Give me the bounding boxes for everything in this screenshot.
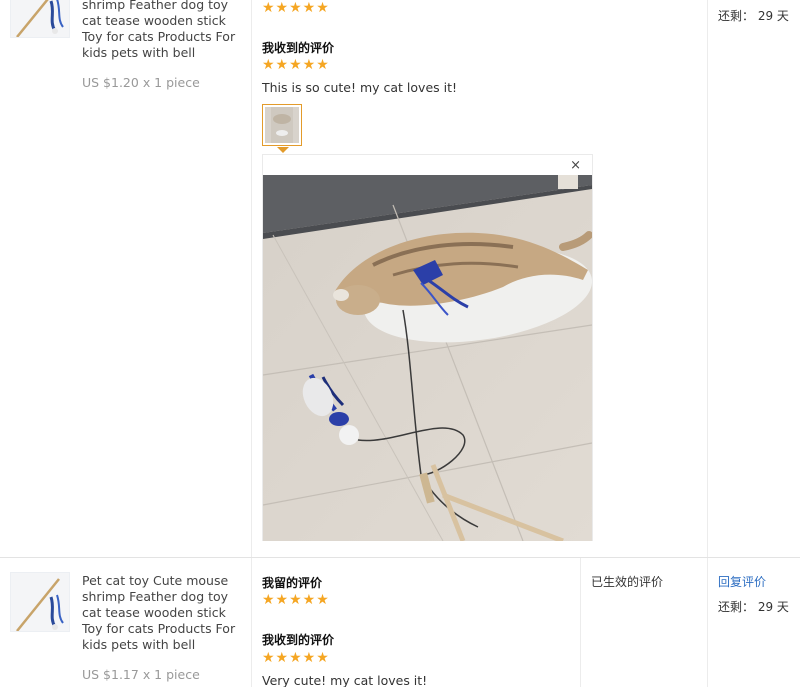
- received-review-text: Very cute! my cat loves it!: [262, 673, 428, 687]
- product-price: US $1.17 x 1 piece: [82, 667, 200, 682]
- remaining-time: 还剩： 29 天: [718, 600, 789, 614]
- column-divider: [707, 0, 708, 557]
- photo-viewer: ×: [262, 154, 593, 541]
- feedback-row: shrimp Feather dog toy cat tease wooden …: [0, 0, 800, 557]
- column-divider: [707, 558, 708, 687]
- product-price: US $1.20 x 1 piece: [82, 75, 200, 90]
- review-photo[interactable]: [263, 175, 592, 541]
- remaining-time: 还剩： 29 天: [718, 9, 789, 23]
- product-title[interactable]: Pet cat toy Cute mouse shrimp Feather do…: [82, 573, 244, 653]
- received-review-text: This is so cute! my cat loves it!: [262, 80, 458, 95]
- product-thumbnail[interactable]: [10, 572, 70, 632]
- received-rating-stars: ★★★★★: [262, 57, 330, 73]
- column-divider: [580, 558, 581, 687]
- my-review-label: 我留的评价: [262, 576, 323, 590]
- column-divider: [251, 0, 252, 557]
- my-rating-stars: ★★★★★: [262, 0, 330, 16]
- reply-review-link[interactable]: 回复评价: [718, 573, 766, 590]
- column-divider: [251, 558, 252, 687]
- my-rating-stars: ★★★★★: [262, 592, 330, 608]
- received-review-label: 我收到的评价: [262, 633, 335, 647]
- review-status: 已生效的评价: [591, 575, 664, 589]
- thumbnail-caret: [277, 147, 289, 153]
- feedback-row: Pet cat toy Cute mouse shrimp Feather do…: [0, 557, 800, 687]
- photo-thumbnail-image: [265, 107, 299, 143]
- product-title[interactable]: shrimp Feather dog toy cat tease wooden …: [82, 0, 244, 61]
- review-photo-thumbnail[interactable]: [262, 104, 302, 146]
- close-icon[interactable]: ×: [570, 159, 581, 173]
- product-thumbnail[interactable]: [10, 0, 70, 38]
- received-review-label: 我收到的评价: [262, 41, 335, 55]
- received-rating-stars: ★★★★★: [262, 650, 330, 666]
